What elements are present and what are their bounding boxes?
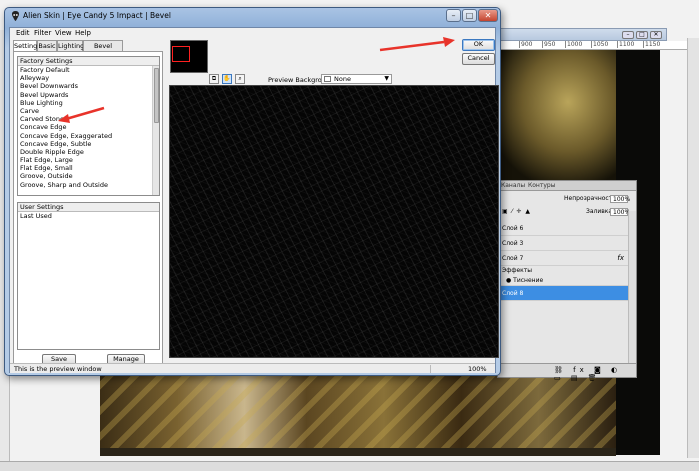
- dialog-titlebar[interactable]: Alien Skin | Eye Candy 5 Impact | Bevel …: [5, 8, 500, 24]
- annotation-arrow-icon: [58, 106, 105, 123]
- layer-row-selected[interactable]: Слой 8: [498, 286, 628, 301]
- list-item[interactable]: Alleyway: [18, 74, 159, 82]
- minimize-button[interactable]: –: [446, 9, 461, 22]
- zoom-tool-icon[interactable]: ⌕: [235, 74, 245, 84]
- list-item[interactable]: Last Used: [18, 212, 159, 220]
- tab-basic[interactable]: Basic: [37, 40, 57, 51]
- eye-candy-dialog: Alien Skin | Eye Candy 5 Impact | Bevel …: [4, 7, 501, 376]
- cancel-button[interactable]: Cancel: [462, 53, 495, 65]
- ruler-number: 1000: [565, 41, 583, 48]
- status-bar: [0, 461, 699, 471]
- annotation-arrow-icon: [379, 37, 455, 52]
- menu-help[interactable]: Help: [75, 29, 91, 37]
- ruler-number: 1100: [617, 41, 635, 48]
- doc-maximize-button[interactable]: □: [636, 31, 648, 39]
- settings-panel: Factory Settings Factory Default Alleywa…: [13, 51, 163, 366]
- list-item[interactable]: Flat Edge, Large: [18, 156, 159, 164]
- navigator-viewport[interactable]: [172, 46, 190, 62]
- layer-name: Слой 3: [502, 240, 524, 247]
- tab-channels[interactable]: Каналы: [501, 182, 525, 189]
- ruler-number: 1050: [591, 41, 609, 48]
- list-item[interactable]: Flat Edge, Small: [18, 164, 159, 172]
- layer-row[interactable]: Слой 7 fx: [498, 251, 628, 266]
- factory-settings-list[interactable]: Factory Settings Factory Default Alleywa…: [17, 56, 160, 196]
- doc-close-button[interactable]: ✕: [650, 31, 662, 39]
- list-item[interactable]: Concave Edge, Exaggerated: [18, 132, 159, 140]
- list-item[interactable]: Factory Default: [18, 66, 159, 74]
- menu-view[interactable]: View: [55, 29, 72, 37]
- layer-row[interactable]: Слой 6: [498, 221, 628, 236]
- list-item[interactable]: Bevel Downwards: [18, 82, 159, 90]
- fill-row: ▣ ⁄ ✛ ▲ Заливка: 100%: [498, 207, 636, 217]
- horizontal-ruler: 900 950 1000 1050 1100 1150: [497, 41, 699, 50]
- close-button[interactable]: ✕: [478, 9, 498, 22]
- effects-label: Эффекты: [502, 267, 532, 274]
- document-window-titlebar[interactable]: – □ ✕: [497, 28, 667, 41]
- vertical-scrollbar[interactable]: [687, 38, 699, 458]
- ok-button[interactable]: OK: [462, 39, 495, 51]
- user-settings-list[interactable]: User Settings Last Used: [17, 202, 160, 350]
- zoom-level: 100%: [468, 365, 487, 373]
- ruler-number: 950: [542, 41, 556, 48]
- user-settings-header: User Settings: [18, 203, 159, 212]
- navigator-thumbnail[interactable]: [170, 40, 208, 73]
- layer-row[interactable]: Слой 3: [498, 236, 628, 251]
- layer-action-icons[interactable]: ⛓ fx ◙ ◐ ▭ ▤ 🗑: [554, 366, 636, 382]
- dropdown-arrow-icon: ▼: [384, 75, 389, 82]
- tab-paths[interactable]: Контуры: [528, 182, 555, 189]
- color-swatch-icon: [324, 76, 331, 82]
- fill-input[interactable]: 100%: [610, 208, 630, 216]
- list-item[interactable]: Bevel Upwards: [18, 91, 159, 99]
- opacity-input[interactable]: 100%: [610, 195, 630, 203]
- compare-icon[interactable]: ⧉: [209, 74, 219, 84]
- doc-minimize-button[interactable]: –: [622, 31, 634, 39]
- lock-icons[interactable]: ▣ ⁄ ✛ ▲: [502, 207, 531, 217]
- menu-edit[interactable]: Edit: [16, 29, 30, 37]
- status-message: This is the preview window: [14, 365, 102, 373]
- tab-bevel-profile[interactable]: Bevel Profile: [83, 40, 123, 60]
- layer-name: Слой 6: [502, 225, 524, 232]
- canvas-border: [100, 448, 616, 456]
- list-item[interactable]: Groove, Sharp and Outside: [18, 181, 159, 189]
- scrollbar-thumb[interactable]: [154, 68, 159, 123]
- layers-panel-tabs: Каналы Контуры: [498, 181, 636, 191]
- menu-filter[interactable]: Filter: [34, 29, 51, 37]
- effect-item-emboss[interactable]: ● Тиснение: [498, 276, 628, 286]
- hand-tool-icon[interactable]: ✋: [222, 74, 232, 84]
- factory-list-scrollbar[interactable]: [152, 66, 159, 195]
- canvas-artwork-top: [496, 50, 616, 180]
- dialog-title: Alien Skin | Eye Candy 5 Impact | Bevel: [23, 11, 171, 20]
- preview-background-select[interactable]: None ▼: [321, 74, 392, 84]
- eye-icon[interactable]: ●: [506, 277, 511, 284]
- fx-icon[interactable]: fx: [617, 251, 624, 266]
- opacity-row: Непрозрачность: 100%: [498, 194, 636, 204]
- dialog-client-area: Edit Filter View Help Settings Basic Lig…: [9, 27, 499, 373]
- settings-tabs: Settings Basic Lighting Bevel Profile: [13, 40, 163, 60]
- list-item[interactable]: Concave Edge, Subtle: [18, 140, 159, 148]
- ruler-number: 900: [519, 41, 533, 48]
- layers-footer-toolbar: ⛓ fx ◙ ◐ ▭ ▤ 🗑: [498, 363, 636, 382]
- effect-name: Тиснение: [513, 277, 544, 284]
- statusbar-divider: [430, 365, 431, 373]
- effects-row[interactable]: Эффекты: [498, 266, 628, 276]
- list-item[interactable]: Double Ripple Edge: [18, 148, 159, 156]
- layer-name: Слой 8: [502, 290, 524, 297]
- layers-scrollbar[interactable]: [628, 211, 636, 363]
- factory-settings-header: Factory Settings: [18, 57, 159, 66]
- ruler-number: 1150: [643, 41, 661, 48]
- list-item[interactable]: Groove, Outside: [18, 172, 159, 180]
- layer-name: Слой 7: [502, 255, 524, 262]
- preview-background-value: None: [334, 75, 351, 83]
- maximize-button[interactable]: □: [462, 9, 477, 22]
- dialog-statusbar: This is the preview window 100%: [10, 363, 495, 373]
- layers-panel: Каналы Контуры Непрозрачность: 100% ▣ ⁄ …: [497, 180, 637, 382]
- preview-window[interactable]: [169, 85, 499, 358]
- tab-lighting[interactable]: Lighting: [57, 40, 84, 51]
- alien-skin-icon: [11, 11, 20, 21]
